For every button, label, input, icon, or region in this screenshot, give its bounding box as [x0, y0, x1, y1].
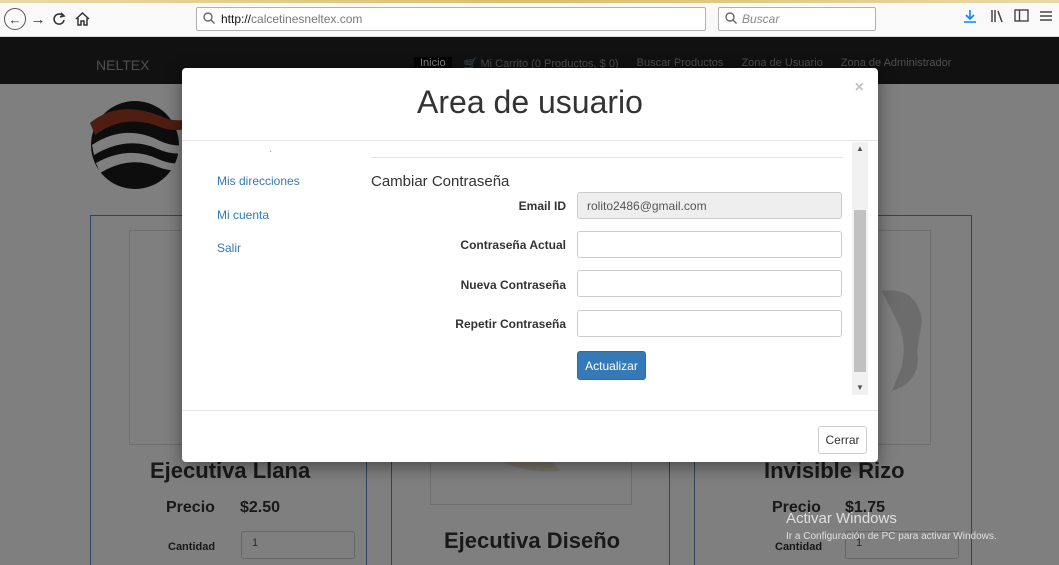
sidebar-icon[interactable]	[1014, 9, 1029, 25]
scroll-down-icon[interactable]: ▼	[852, 381, 868, 395]
section-divider	[371, 157, 843, 158]
menu-divider-dot: ·	[269, 146, 273, 157]
current-password-field[interactable]	[577, 231, 842, 258]
new-password-label: Nueva Contraseña	[460, 278, 566, 292]
windows-activation-title: Activar Windows	[786, 510, 897, 527]
back-icon[interactable]: ←	[4, 8, 26, 30]
update-button[interactable]: Actualizar	[577, 351, 646, 380]
menu-link-logout[interactable]: Salir	[217, 241, 241, 255]
toolbar-accent	[0, 0, 1059, 3]
modal-footer: Cerrar	[182, 410, 878, 462]
download-icon[interactable]	[963, 9, 977, 27]
search-icon	[725, 11, 737, 27]
modal-header: Area de usuario ×	[182, 68, 878, 141]
modal-scrollbar[interactable]: ▲ ▼	[852, 142, 868, 395]
url-host: calcetinesneltex.com	[251, 12, 363, 26]
menu-icon[interactable]	[1040, 9, 1052, 25]
scrollbar-thumb[interactable]	[854, 210, 866, 372]
home-icon[interactable]	[70, 7, 94, 31]
modal-title: Area de usuario	[417, 84, 643, 120]
url-bar[interactable]: http://calcetinesneltex.com	[196, 7, 706, 31]
reload-icon[interactable]	[47, 7, 71, 31]
browser-search-input[interactable]: Buscar	[718, 7, 876, 31]
url-protocol: http://	[221, 12, 252, 26]
close-icon[interactable]: ×	[855, 79, 864, 97]
repeat-password-label: Repetir Contraseña	[455, 317, 566, 331]
search-placeholder: Buscar	[742, 12, 780, 26]
user-area-modal: Area de usuario × · Mis direcciones Mi c…	[182, 68, 878, 462]
close-button[interactable]: Cerrar	[818, 426, 867, 454]
email-field	[577, 192, 842, 219]
search-icon	[203, 11, 215, 27]
scroll-up-icon[interactable]: ▲	[852, 142, 868, 156]
section-title: Cambiar Contraseña	[371, 173, 510, 190]
new-password-field[interactable]	[577, 270, 842, 297]
browser-toolbar: ← → http://calcetinesneltex.com Buscar	[0, 0, 1059, 37]
library-icon[interactable]	[990, 9, 1005, 26]
modal-body: · Mis direcciones Mi cuenta Salir Cambia…	[182, 142, 878, 410]
menu-link-account[interactable]: Mi cuenta	[217, 208, 269, 222]
menu-link-addresses[interactable]: Mis direcciones	[217, 174, 300, 188]
email-label: Email ID	[518, 199, 566, 213]
windows-activation-subtitle: Ir a Configuración de PC para activar Wi…	[786, 531, 997, 542]
current-password-label: Contraseña Actual	[460, 238, 566, 252]
repeat-password-field[interactable]	[577, 310, 842, 337]
